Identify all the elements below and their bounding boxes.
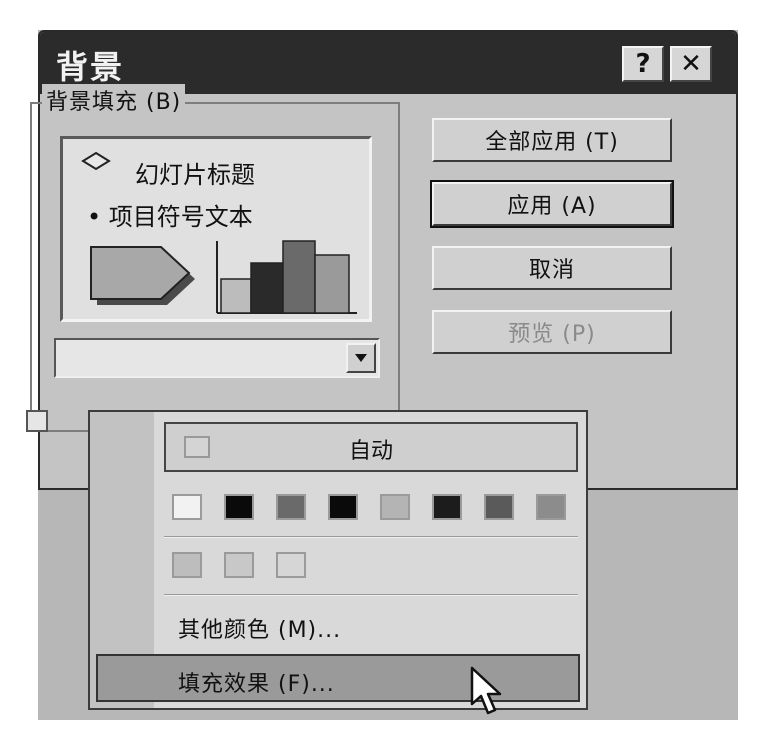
fill-color-dropdown[interactable]: [54, 338, 380, 378]
help-icon: ?: [635, 49, 651, 79]
color-swatch[interactable]: [432, 494, 462, 520]
automatic-label: 自动: [348, 439, 393, 464]
more-colors-item[interactable]: 其他颜色 (M)...: [178, 612, 341, 644]
arrow-cursor-icon: [470, 666, 502, 715]
menu-separator: [164, 536, 578, 538]
dropdown-button[interactable]: [346, 343, 376, 373]
apply-all-button[interactable]: 全部应用 (T): [432, 118, 672, 162]
dialog-title: 背景: [56, 48, 125, 86]
cancel-button[interactable]: 取消: [432, 246, 672, 290]
close-button[interactable]: ✕: [670, 46, 712, 82]
apply-button[interactable]: 应用 (A): [430, 180, 674, 228]
bar-chart-icon: [216, 240, 357, 314]
preview-bullet-text: • 项目符号文本: [87, 203, 253, 231]
color-swatch[interactable]: [276, 494, 306, 520]
slide-preview: 幻灯片标题 • 项目符号文本: [60, 136, 372, 322]
color-swatch[interactable]: [380, 494, 410, 520]
color-swatch[interactable]: [328, 494, 358, 520]
fill-color-menu: 自动 其他颜色 (M)... 填充效果 (F)...: [88, 410, 588, 710]
recent-color-swatch[interactable]: [224, 552, 254, 578]
menu-separator: [164, 594, 578, 596]
color-swatch[interactable]: [172, 494, 202, 520]
fill-effects-label: 填充效果 (F)...: [178, 672, 335, 697]
omit-background-checkbox[interactable]: [26, 410, 48, 432]
diamond-bullet-icon: [81, 151, 111, 171]
color-swatch[interactable]: [484, 494, 514, 520]
chevron-down-icon: [355, 354, 367, 362]
help-button[interactable]: ?: [622, 46, 664, 82]
preview-slide-title: 幻灯片标题: [135, 161, 255, 189]
preview-button: 预览 (P): [432, 310, 672, 354]
recent-color-swatch[interactable]: [276, 552, 306, 578]
automatic-color-item[interactable]: 自动: [164, 422, 578, 472]
background-fill-label: 背景填充 (B): [42, 84, 186, 116]
arrow-shape-icon: [90, 246, 195, 305]
color-swatch[interactable]: [536, 494, 566, 520]
color-swatch[interactable]: [224, 494, 254, 520]
close-icon: ✕: [680, 49, 702, 79]
recent-color-swatch[interactable]: [172, 552, 202, 578]
